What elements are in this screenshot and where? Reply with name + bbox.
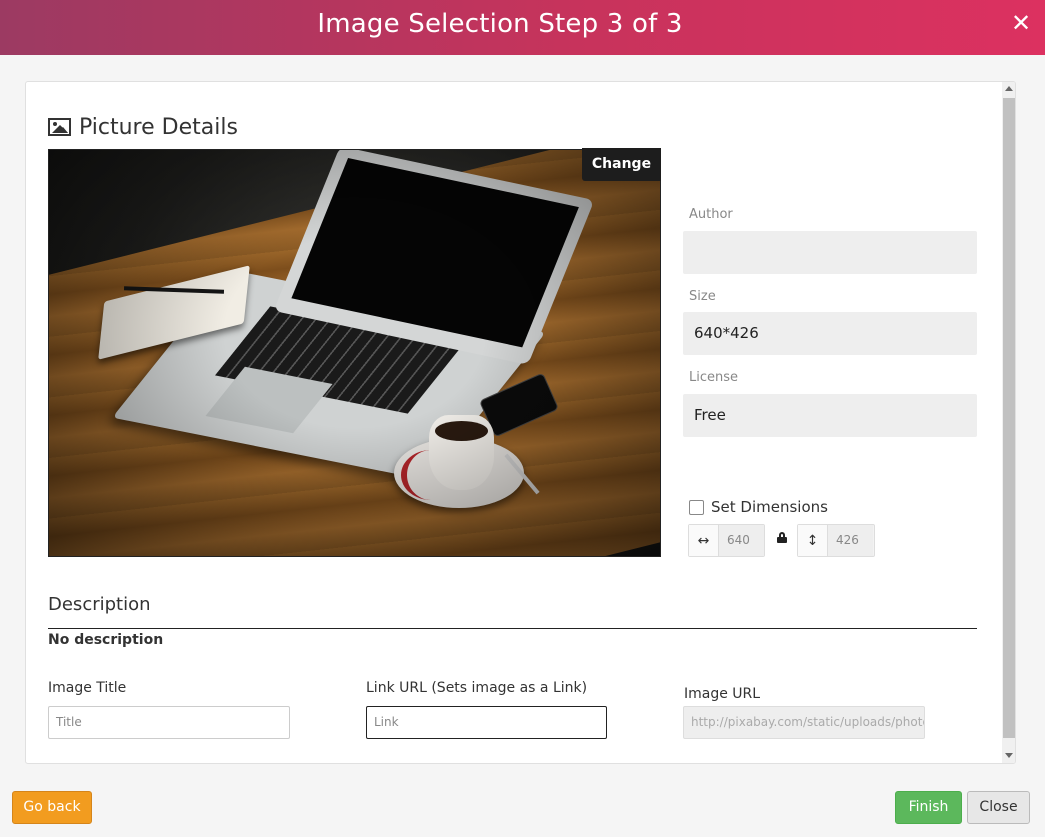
scroll-down-arrow-icon[interactable] [1005,753,1013,758]
license-field[interactable]: Free [683,394,977,437]
picture-icon [48,118,71,136]
finish-button[interactable]: Finish [895,791,962,824]
horizontal-arrows-icon: ↔ [689,525,719,556]
description-title: Description [48,594,151,615]
image-title-input[interactable]: Title [48,706,290,739]
link-url-label: Link URL (Sets image as a Link) [366,680,588,696]
go-back-button[interactable]: Go back [12,791,92,824]
vertical-arrows-icon: ↕ [798,525,828,556]
height-stepper: ↕ 426 [797,524,875,557]
dialog-header: Image Selection Step 3 of 3 ✕ [0,0,1045,55]
image-url-input[interactable]: http://pixabay.com/static/uploads/photo [683,706,925,739]
description-text: No description [48,632,164,648]
change-image-button[interactable]: Change [582,148,661,181]
height-input[interactable]: 426 [828,525,873,556]
set-dimensions-label: Set Dimensions [711,498,828,516]
license-label: License [689,370,739,385]
link-url-input[interactable]: Link [366,706,607,739]
vertical-scrollbar[interactable] [1002,82,1015,763]
selected-image [48,149,661,557]
scroll-thumb[interactable] [1003,98,1015,738]
content-panel: Picture Details Change Author Size 640*4… [25,81,1016,764]
image-url-label: Image URL [684,686,761,702]
section-title: Picture Details [79,114,238,140]
close-button[interactable]: Close [967,791,1030,824]
image-title-label: Image Title [48,680,127,696]
lock-icon[interactable] [777,532,787,543]
author-field[interactable] [683,231,977,274]
author-label: Author [689,207,733,222]
size-field[interactable]: 640*426 [683,312,977,355]
set-dimensions-checkbox[interactable] [689,500,704,515]
dialog-title: Image Selection Step 3 of 3 [317,9,683,39]
close-icon[interactable]: ✕ [1009,9,1033,39]
size-label: Size [689,289,716,304]
scroll-up-arrow-icon[interactable] [1005,86,1013,91]
section-header: Picture Details [48,112,238,142]
description-divider [48,628,977,629]
width-input[interactable]: 640 [719,525,764,556]
width-stepper: ↔ 640 [688,524,765,557]
